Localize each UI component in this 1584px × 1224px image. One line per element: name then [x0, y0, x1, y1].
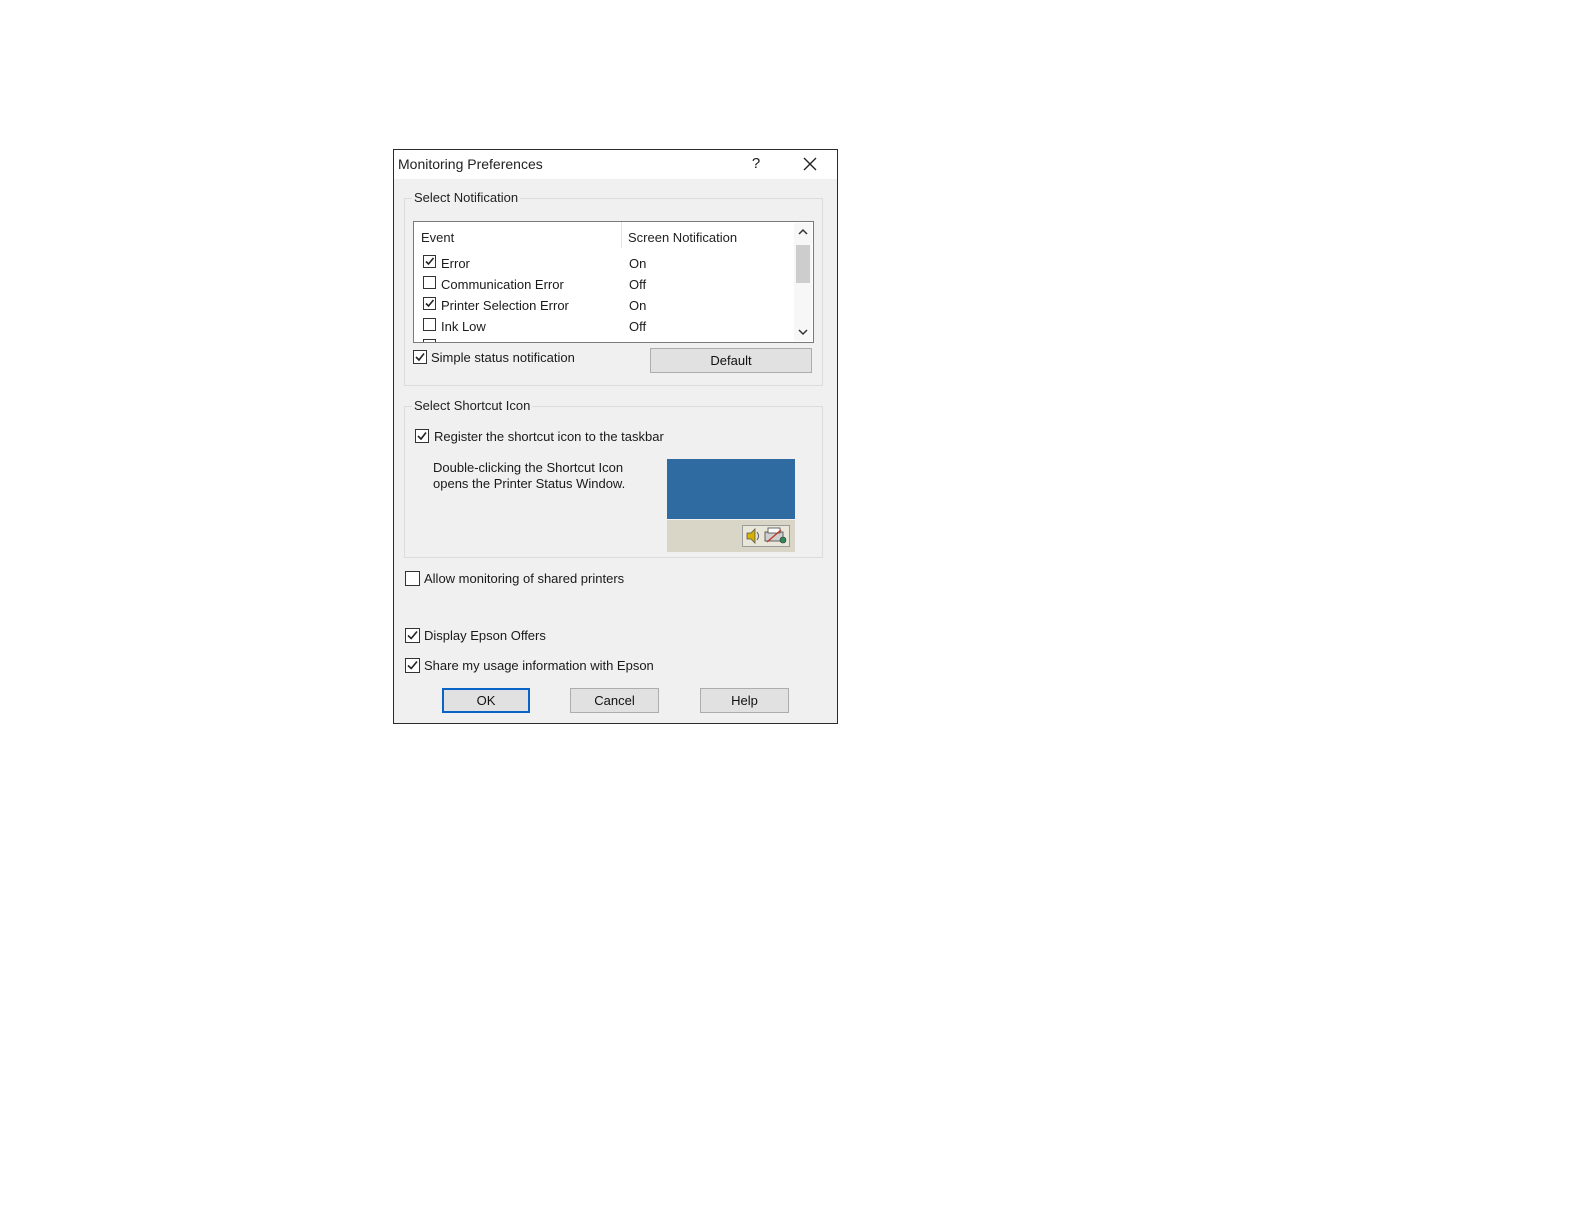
event-status: Off — [629, 277, 647, 292]
default-button[interactable]: Default — [650, 348, 812, 373]
help-question-button[interactable]: ? — [746, 154, 766, 174]
checkmark-icon — [407, 660, 418, 670]
column-header-screen-notification[interactable]: Screen Notification — [628, 230, 737, 245]
list-item[interactable]: Communication Error Off — [414, 275, 790, 295]
scroll-up-button[interactable] — [794, 223, 812, 241]
list-item[interactable]: Printer Selection Error On — [414, 296, 790, 316]
title-bar: Monitoring Preferences ? — [394, 150, 837, 179]
checkbox[interactable] — [415, 429, 429, 443]
close-icon — [803, 157, 817, 171]
allow-shared-monitoring-label: Allow monitoring of shared printers — [424, 571, 625, 586]
description-line-1: Double-clicking the Shortcut Icon — [433, 460, 624, 475]
checkbox[interactable] — [405, 571, 420, 586]
speaker-printer-icon — [746, 527, 787, 544]
preview-taskbar — [667, 520, 795, 552]
checkmark-icon — [425, 299, 435, 308]
event-status: On — [629, 298, 647, 313]
event-checkbox-partial[interactable] — [423, 339, 436, 342]
description-line-2: opens the Printer Status Window. — [433, 476, 626, 491]
checkmark-icon — [425, 257, 435, 266]
shortcut-description: Double-clicking the Shortcut Icon opens … — [433, 460, 643, 492]
event-checkbox-ink-low[interactable] — [423, 318, 436, 331]
event-label: Communication Error — [441, 277, 564, 292]
display-epson-offers-label: Display Epson Offers — [424, 628, 546, 643]
simple-status-label: Simple status notification — [431, 350, 575, 365]
ok-button[interactable]: OK — [442, 688, 530, 713]
checkmark-icon — [415, 353, 425, 362]
list-item[interactable]: Error On — [414, 254, 790, 274]
close-button[interactable] — [794, 152, 826, 176]
scroll-thumb[interactable] — [796, 245, 810, 283]
checkmark-icon — [407, 630, 418, 640]
checkbox[interactable] — [405, 658, 420, 673]
cancel-button[interactable]: Cancel — [570, 688, 659, 713]
column-header-event[interactable]: Event — [421, 230, 454, 245]
checkmark-icon — [417, 432, 427, 441]
list-item-partial[interactable] — [414, 338, 790, 342]
event-label: Printer Selection Error — [441, 298, 569, 313]
event-status: Off — [629, 319, 647, 334]
checkbox[interactable] — [405, 628, 420, 643]
preview-desktop — [667, 459, 795, 519]
dialog-title: Monitoring Preferences — [398, 156, 543, 172]
event-label: Ink Low — [441, 319, 486, 334]
tray-icons — [742, 525, 790, 547]
help-button[interactable]: Help — [700, 688, 789, 713]
event-label: Error — [441, 256, 470, 271]
event-checkbox-printer-selection-error[interactable] — [423, 297, 436, 310]
shortcut-preview-image — [667, 459, 795, 552]
list-scrollbar[interactable] — [794, 223, 812, 341]
chevron-up-icon — [798, 228, 808, 235]
select-shortcut-icon-label: Select Shortcut Icon — [412, 398, 533, 413]
register-shortcut-label: Register the shortcut icon to the taskba… — [434, 429, 664, 444]
notification-list[interactable]: Event Screen Notification Error On Commu… — [413, 221, 814, 343]
chevron-down-icon — [798, 329, 808, 336]
checkbox[interactable] — [413, 350, 427, 364]
share-usage-label: Share my usage information with Epson — [424, 658, 654, 673]
event-checkbox-error[interactable] — [423, 255, 436, 268]
scroll-down-button[interactable] — [794, 323, 812, 341]
list-item[interactable]: Ink Low Off — [414, 317, 790, 337]
column-divider — [621, 222, 622, 248]
select-notification-label: Select Notification — [412, 190, 521, 205]
event-status: On — [629, 256, 647, 271]
monitoring-preferences-dialog: Monitoring Preferences ? Select Notifica… — [393, 149, 838, 724]
event-checkbox-communication-error[interactable] — [423, 276, 436, 289]
